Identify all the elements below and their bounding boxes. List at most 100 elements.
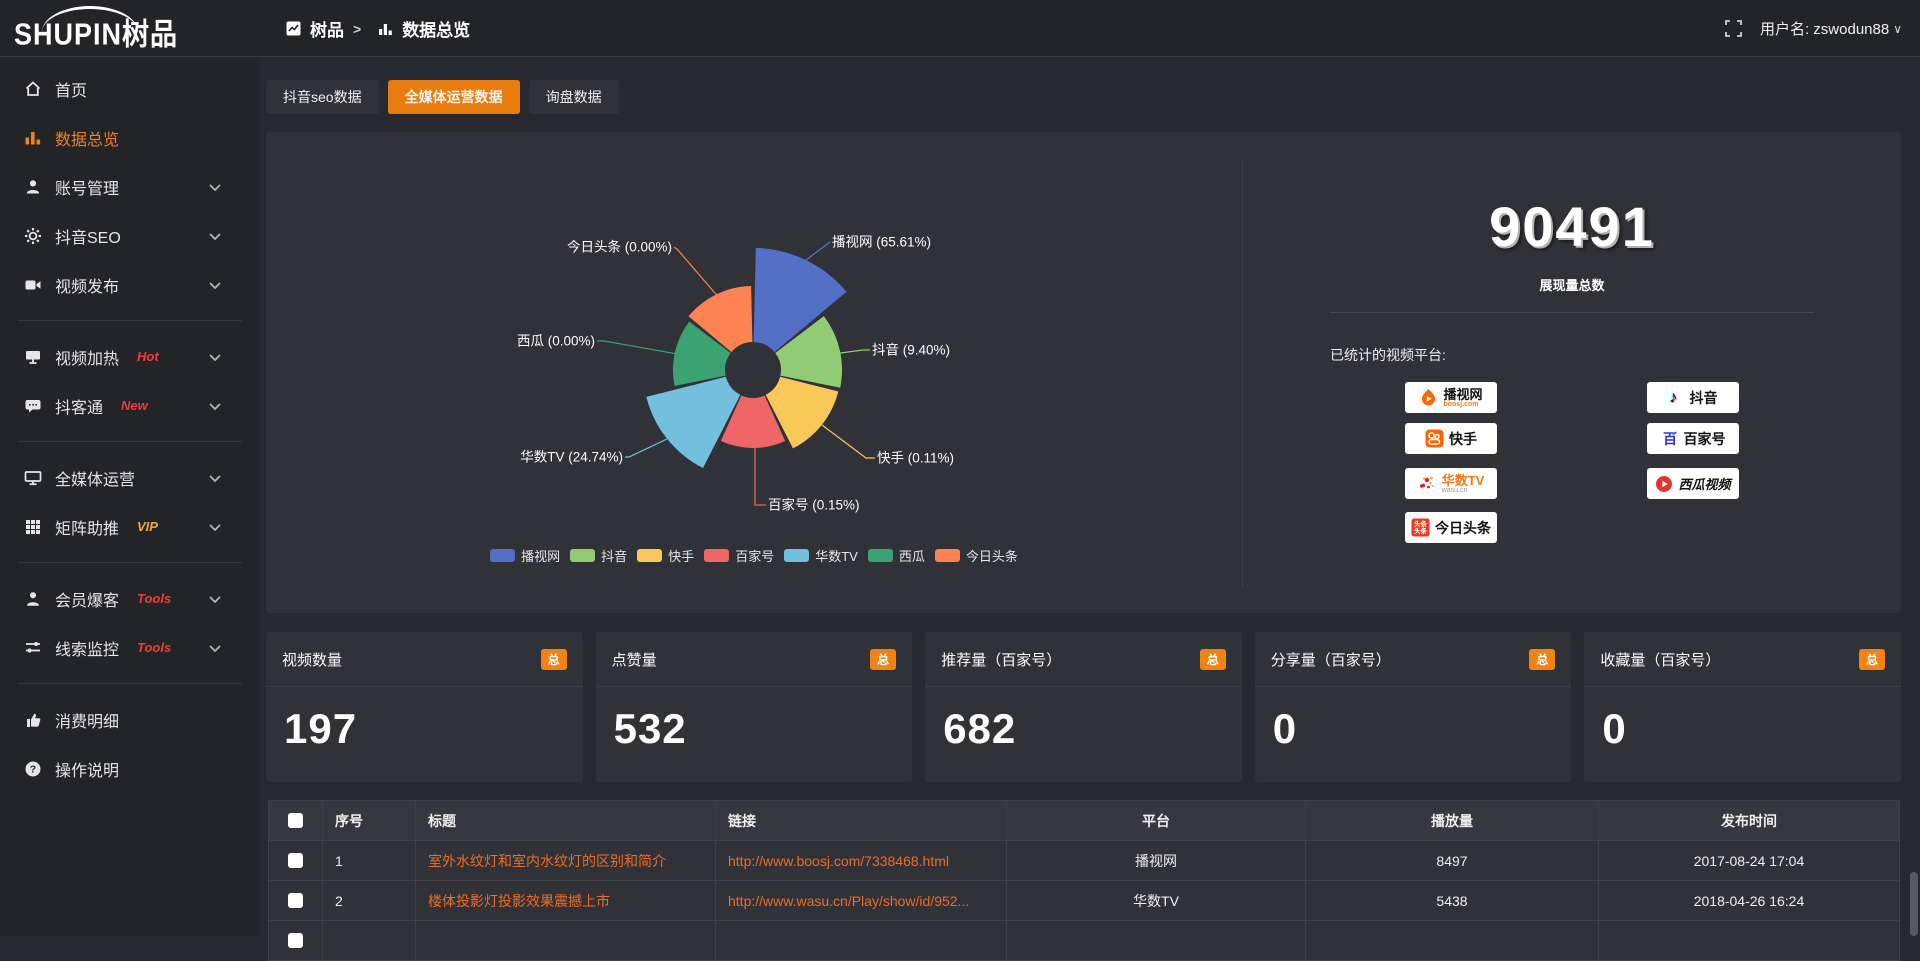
stat-card-value: 197 bbox=[266, 687, 583, 753]
tab-抖音seo数据[interactable]: 抖音seo数据 bbox=[266, 80, 379, 114]
total-badge: 总 bbox=[870, 649, 896, 670]
fullscreen-icon[interactable] bbox=[1725, 20, 1742, 37]
breadcrumb-current: 数据总览 bbox=[402, 16, 470, 41]
platform-badge-name: 华数TV bbox=[1442, 474, 1485, 487]
row-select-cell bbox=[269, 841, 323, 881]
stat-card-value: 532 bbox=[596, 687, 913, 753]
sidebar-item-首页[interactable]: 首页 bbox=[0, 64, 260, 113]
legend-item-西瓜[interactable]: 西瓜 bbox=[868, 546, 925, 565]
platform-badge-name: 抖音 bbox=[1690, 388, 1718, 408]
pie-label-播视网: 播视网 (65.61%) bbox=[832, 235, 931, 250]
sidebar-item-全媒体运营[interactable]: 全媒体运营 bbox=[0, 453, 260, 502]
pie-label-line bbox=[822, 425, 875, 458]
legend-item-百家号[interactable]: 百家号 bbox=[704, 546, 774, 565]
sidebar-item-label: 矩阵助推 bbox=[55, 515, 119, 539]
video-title-link[interactable]: 楼体投影灯投影效果震撼上市 bbox=[428, 893, 610, 909]
checkbox[interactable] bbox=[288, 933, 303, 948]
kuaishou-logo-icon bbox=[1425, 429, 1444, 448]
total-badge: 总 bbox=[1200, 649, 1226, 670]
legend-item-今日头条[interactable]: 今日头条 bbox=[935, 546, 1018, 565]
pie-label-line bbox=[597, 341, 683, 355]
legend-swatch bbox=[570, 549, 595, 562]
user-menu[interactable]: 用户名: zswodun88 ∨ bbox=[1760, 18, 1902, 39]
row-plays: 5438 bbox=[1306, 881, 1599, 921]
sidebar-item-账号管理[interactable]: 账号管理 bbox=[0, 162, 260, 211]
platform-badge-西瓜视频: 西瓜视频 bbox=[1647, 468, 1739, 499]
sidebar-item-label: 数据总览 bbox=[55, 126, 119, 150]
sidebar-item-消费明细[interactable]: 消费明细 bbox=[0, 695, 260, 744]
sidebar-item-抖音SEO[interactable]: 抖音SEO bbox=[0, 211, 260, 260]
tab-全媒体运营数据[interactable]: 全媒体运营数据 bbox=[388, 80, 520, 114]
video-title-link[interactable]: 室外水纹灯和室内水纹灯的区别和简介 bbox=[428, 853, 666, 869]
sidebar-item-数据总览[interactable]: 数据总览 bbox=[0, 113, 260, 162]
sidebar-item-抖客通[interactable]: 抖客通New bbox=[0, 381, 260, 430]
stat-card-title: 推荐量（百家号） bbox=[941, 649, 1061, 670]
sidebar-item-会员爆客[interactable]: 会员爆客Tools bbox=[0, 574, 260, 623]
legend-item-华数TV[interactable]: 华数TV bbox=[784, 546, 858, 565]
legend-item-快手[interactable]: 快手 bbox=[637, 546, 694, 565]
table-row bbox=[269, 921, 1900, 961]
pie-slice-华数TV[interactable] bbox=[646, 377, 740, 468]
legend-label: 西瓜 bbox=[899, 546, 925, 565]
legend-item-抖音[interactable]: 抖音 bbox=[570, 546, 627, 565]
screen-icon bbox=[24, 348, 42, 366]
legend-item-播视网[interactable]: 播视网 bbox=[490, 546, 560, 565]
stat-card-title: 收藏量（百家号） bbox=[1600, 649, 1720, 670]
video-url-link[interactable]: http://www.boosj.com/7338468.html bbox=[728, 853, 949, 869]
pie-label-今日头条: 今日头条 (0.00%) bbox=[567, 239, 672, 255]
sidebar-divider bbox=[18, 320, 242, 321]
video-url-link[interactable]: http://www.wasu.cn/Play/show/id/952... bbox=[728, 893, 969, 909]
column-header-平台: 平台 bbox=[1007, 801, 1306, 841]
column-header-序号: 序号 bbox=[323, 801, 416, 841]
checkbox[interactable] bbox=[288, 893, 303, 908]
sidebar-divider bbox=[18, 441, 242, 442]
chevron-down-icon bbox=[206, 518, 224, 536]
data-tabs: 抖音seo数据全媒体运营数据询盘数据 bbox=[266, 80, 619, 114]
sidebar-item-视频加热[interactable]: 视频加热Hot bbox=[0, 332, 260, 381]
legend-swatch bbox=[490, 549, 515, 562]
bar-chart-icon bbox=[24, 129, 42, 147]
sidebar-item-视频发布[interactable]: 视频发布 bbox=[0, 260, 260, 309]
stat-card-value: 0 bbox=[1584, 687, 1901, 753]
column-header-发布时间: 发布时间 bbox=[1599, 801, 1900, 841]
douyin-logo-icon: ♪♪♪ bbox=[1669, 389, 1685, 407]
legend-swatch bbox=[935, 549, 960, 562]
stat-card-header: 点赞量 总 bbox=[596, 632, 913, 687]
pie-label-华数TV: 华数TV (24.74%) bbox=[520, 450, 623, 465]
row-select-cell bbox=[269, 921, 323, 961]
platform-badge-name: 百家号 bbox=[1684, 429, 1726, 449]
checkbox[interactable] bbox=[288, 813, 303, 828]
sidebar-item-线索监控[interactable]: 线索监控Tools bbox=[0, 623, 260, 672]
baijiahao-logo-icon: 百 bbox=[1661, 430, 1679, 448]
svg-text:头条: 头条 bbox=[1414, 526, 1428, 535]
stat-card-value: 0 bbox=[1255, 687, 1572, 753]
column-header-标题: 标题 bbox=[416, 801, 716, 841]
sidebar-item-label: 消费明细 bbox=[55, 708, 119, 732]
breadcrumb-home[interactable]: 树品 bbox=[310, 16, 344, 41]
column-header-播放量: 播放量 bbox=[1306, 801, 1599, 841]
sidebar-item-矩阵助推[interactable]: 矩阵助推VIP bbox=[0, 502, 260, 551]
stat-card-推荐量（百家号）: 推荐量（百家号） 总 682 bbox=[925, 632, 1242, 782]
home-icon bbox=[24, 80, 42, 98]
legend-label: 抖音 bbox=[601, 546, 627, 565]
bar-chart-icon bbox=[378, 21, 393, 36]
stat-card-收藏量（百家号）: 收藏量（百家号）总0 bbox=[1584, 632, 1901, 782]
sidebar-item-label: 线索监控 bbox=[55, 636, 119, 660]
checkbox[interactable] bbox=[288, 853, 303, 868]
sidebar-item-label: 全媒体运营 bbox=[55, 466, 135, 490]
tab-询盘数据[interactable]: 询盘数据 bbox=[529, 80, 619, 114]
row-published: 2017-08-24 17:04 bbox=[1599, 841, 1900, 881]
stat-card-title: 点赞量 bbox=[612, 649, 657, 670]
stat-card-value: 682 bbox=[925, 687, 1242, 753]
scrollbar-thumb[interactable] bbox=[1910, 872, 1918, 936]
page-scrollbar[interactable] bbox=[1908, 57, 1920, 936]
row-published: 2018-04-26 16:24 bbox=[1599, 881, 1900, 921]
logo-text: SHUPIN树品 bbox=[14, 10, 254, 54]
chevron-down-icon bbox=[206, 348, 224, 366]
stat-card-分享量（百家号）: 分享量（百家号）总0 bbox=[1255, 632, 1572, 782]
select-all-checkbox[interactable] bbox=[269, 801, 323, 841]
legend-swatch bbox=[704, 549, 729, 562]
sidebar-item-操作说明[interactable]: ?操作说明 bbox=[0, 744, 260, 793]
row-platform bbox=[1007, 921, 1306, 961]
row-select-cell bbox=[269, 881, 323, 921]
